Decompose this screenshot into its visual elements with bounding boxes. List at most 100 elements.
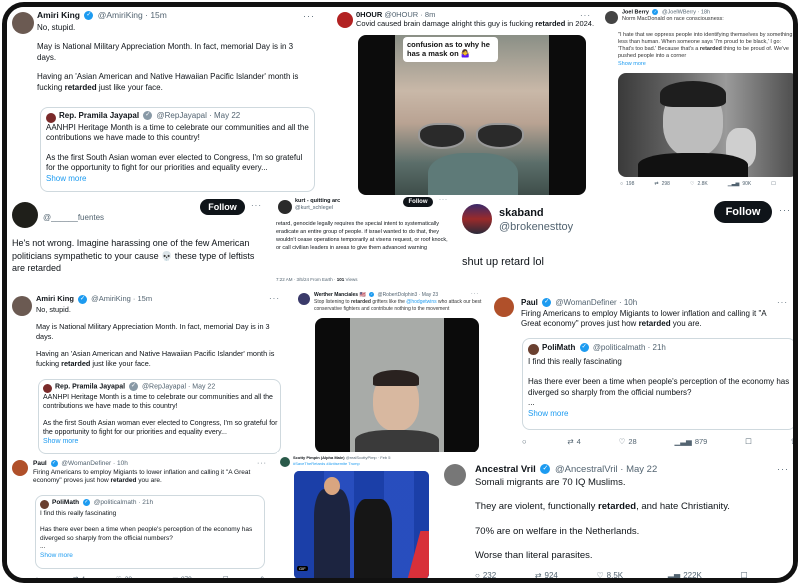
follow-button[interactable]: Follow	[403, 197, 433, 207]
timestamp[interactable]: 10h	[624, 298, 637, 307]
repost-button[interactable]: ⇄ 4	[73, 575, 85, 579]
tweet-gif[interactable]: GIF	[294, 471, 429, 578]
more-icon[interactable]: ···	[303, 11, 315, 21]
avatar[interactable]	[462, 204, 492, 234]
tweet-video[interactable]	[315, 318, 479, 452]
like-button[interactable]: ♡ 28	[116, 575, 132, 579]
bookmark-button[interactable]: ☐	[223, 575, 229, 578]
avatar[interactable]	[280, 457, 290, 467]
show-more-link[interactable]: Show more	[43, 437, 279, 446]
avatar[interactable]	[337, 12, 353, 28]
more-icon[interactable]: ···	[777, 464, 789, 474]
quoted-tweet[interactable]: PoliMath ✓ @politicalmath · 21h I find t…	[35, 495, 265, 569]
views-button[interactable]: ▁▃▅ 879	[675, 437, 708, 446]
timestamp[interactable]: 18h	[701, 9, 710, 15]
author-name[interactable]: Paul	[33, 460, 47, 467]
more-icon[interactable]: ···	[471, 291, 479, 297]
bookmark-button[interactable]: ☐	[771, 181, 775, 187]
like-button[interactable]: ♡ 28	[619, 437, 637, 446]
author-handle[interactable]: @kurt_schlegel	[295, 205, 340, 212]
author-name[interactable]: Paul	[521, 298, 538, 307]
more-icon[interactable]: ···	[269, 294, 280, 303]
timestamp[interactable]: May 23	[422, 292, 438, 298]
author-handle[interactable]: @JoelWBerry	[662, 9, 696, 15]
author-handle[interactable]: @WomanDefiner	[555, 298, 616, 307]
show-more-link[interactable]: Show more	[618, 61, 793, 68]
quote-handle: @politicalmath	[592, 343, 646, 352]
quoted-tweet[interactable]: Rep. Pramila Jayapal ✓ @RepJayapal · May…	[38, 379, 281, 454]
show-more-link[interactable]: Show more	[40, 552, 262, 560]
avatar[interactable]	[605, 11, 618, 24]
repost-button[interactable]: ⇄ 298	[654, 181, 670, 187]
like-button[interactable]: ♡ 2.8K	[690, 181, 708, 187]
author-name[interactable]: 0HOUR	[356, 10, 382, 19]
author-handle[interactable]: @WomanDefiner	[61, 460, 111, 467]
author-name[interactable]: Ancestral Vril	[475, 464, 536, 475]
timestamp[interactable]: Feb 5	[380, 455, 390, 460]
share-button[interactable]: ⇧	[260, 575, 265, 578]
mention-link[interactable]: @hodgetwins	[406, 299, 436, 305]
reply-button[interactable]: ○ 198	[620, 181, 634, 187]
author-handle[interactable]: @0HOUR	[384, 10, 418, 19]
avatar[interactable]	[494, 297, 514, 317]
timestamp[interactable]: 10h	[117, 460, 128, 467]
views-button[interactable]: ▁▃▅ 879	[163, 575, 192, 579]
timestamp[interactable]: 15m	[150, 10, 167, 20]
author-handle[interactable]: @AncestralVril	[555, 464, 618, 475]
timestamp[interactable]: May 22	[626, 464, 657, 475]
quote-text: I find this really fascinating	[528, 357, 622, 366]
more-icon[interactable]: ···	[439, 197, 448, 203]
quoted-tweet[interactable]: PoliMath ✓ @politicalmath · 21h I find t…	[522, 338, 793, 430]
author-name[interactable]: kurt - quitting arc	[295, 198, 340, 205]
tweet-video[interactable]: confusion as to why he has a mask on 🤷‍♀…	[358, 35, 586, 195]
more-icon[interactable]: ···	[251, 201, 262, 210]
more-icon[interactable]: ···	[257, 460, 267, 467]
repost-button[interactable]: ⇄ 924	[535, 571, 558, 578]
author-name[interactable]: Werther Manciales 🇺🇸	[314, 292, 366, 298]
share-button[interactable]: ⇧	[786, 571, 793, 578]
reply-button[interactable]: ○	[35, 575, 42, 579]
quoted-tweet[interactable]: Rep. Pramila Jayapal ✓ @RepJayapal · May…	[40, 107, 315, 192]
timestamp[interactable]: 8m	[425, 10, 435, 19]
show-more-link[interactable]: Show more	[528, 409, 793, 419]
author-name[interactable]: Joel Berry	[622, 9, 649, 15]
author-name[interactable]: Amiri King	[36, 294, 74, 303]
author-handle[interactable]: @brokenesttoy	[499, 220, 573, 234]
avatar[interactable]	[298, 293, 310, 305]
author-name[interactable]: Scotty Pimpin (Alpha Male)	[293, 455, 345, 460]
follow-button[interactable]: Follow	[200, 199, 245, 215]
author-handle[interactable]: @AmiriKing	[98, 10, 143, 20]
avatar[interactable]	[278, 200, 292, 214]
more-icon[interactable]: ···	[777, 298, 788, 307]
repost-button[interactable]: ⇄ 4	[567, 437, 580, 446]
bookmark-icon: ☐	[740, 571, 748, 580]
follow-button[interactable]: Follow	[714, 201, 772, 223]
share-button[interactable]: ⇧	[790, 437, 793, 446]
avatar[interactable]	[12, 12, 34, 34]
tweet-image[interactable]	[618, 73, 793, 177]
views-button[interactable]: ▁▃▅ 222K	[662, 571, 702, 578]
author-handle[interactable]: @realScottyPimp	[346, 455, 377, 460]
views-button[interactable]: ▁▃▅ 90K	[728, 181, 751, 187]
share-button[interactable]: ⇧	[796, 181, 798, 187]
timestamp[interactable]: 15m	[138, 294, 153, 303]
bookmark-button[interactable]: ☐	[745, 437, 752, 446]
avatar[interactable]	[12, 202, 38, 228]
reply-button[interactable]: ○ 232	[475, 571, 496, 578]
reply-button[interactable]: ○	[522, 437, 530, 446]
quote-handle: @RepJayapal	[141, 383, 187, 391]
hashtags[interactable]: #SaveTheRetards #Antisemite Trump	[293, 461, 360, 466]
show-more-link[interactable]: Show more	[46, 174, 311, 184]
author-name[interactable]: skaband	[499, 206, 573, 220]
tweet-actions: ○ 232 ⇄ 924 ♡ 8.5K ▁▃▅ 222K ☐ ⇧	[475, 571, 793, 580]
more-icon[interactable]: ···	[779, 205, 791, 215]
like-button[interactable]: ♡ 8.5K	[596, 571, 623, 578]
author-handle[interactable]: @______fuentes	[43, 213, 104, 223]
author-handle[interactable]: @RobertDolphin3	[378, 292, 418, 298]
author-name[interactable]: Amiri King	[37, 10, 80, 20]
avatar[interactable]	[444, 464, 466, 486]
author-handle[interactable]: @AmiriKing	[91, 294, 131, 303]
bookmark-button[interactable]: ☐	[740, 571, 748, 580]
avatar[interactable]	[12, 296, 32, 316]
avatar[interactable]	[12, 460, 28, 476]
